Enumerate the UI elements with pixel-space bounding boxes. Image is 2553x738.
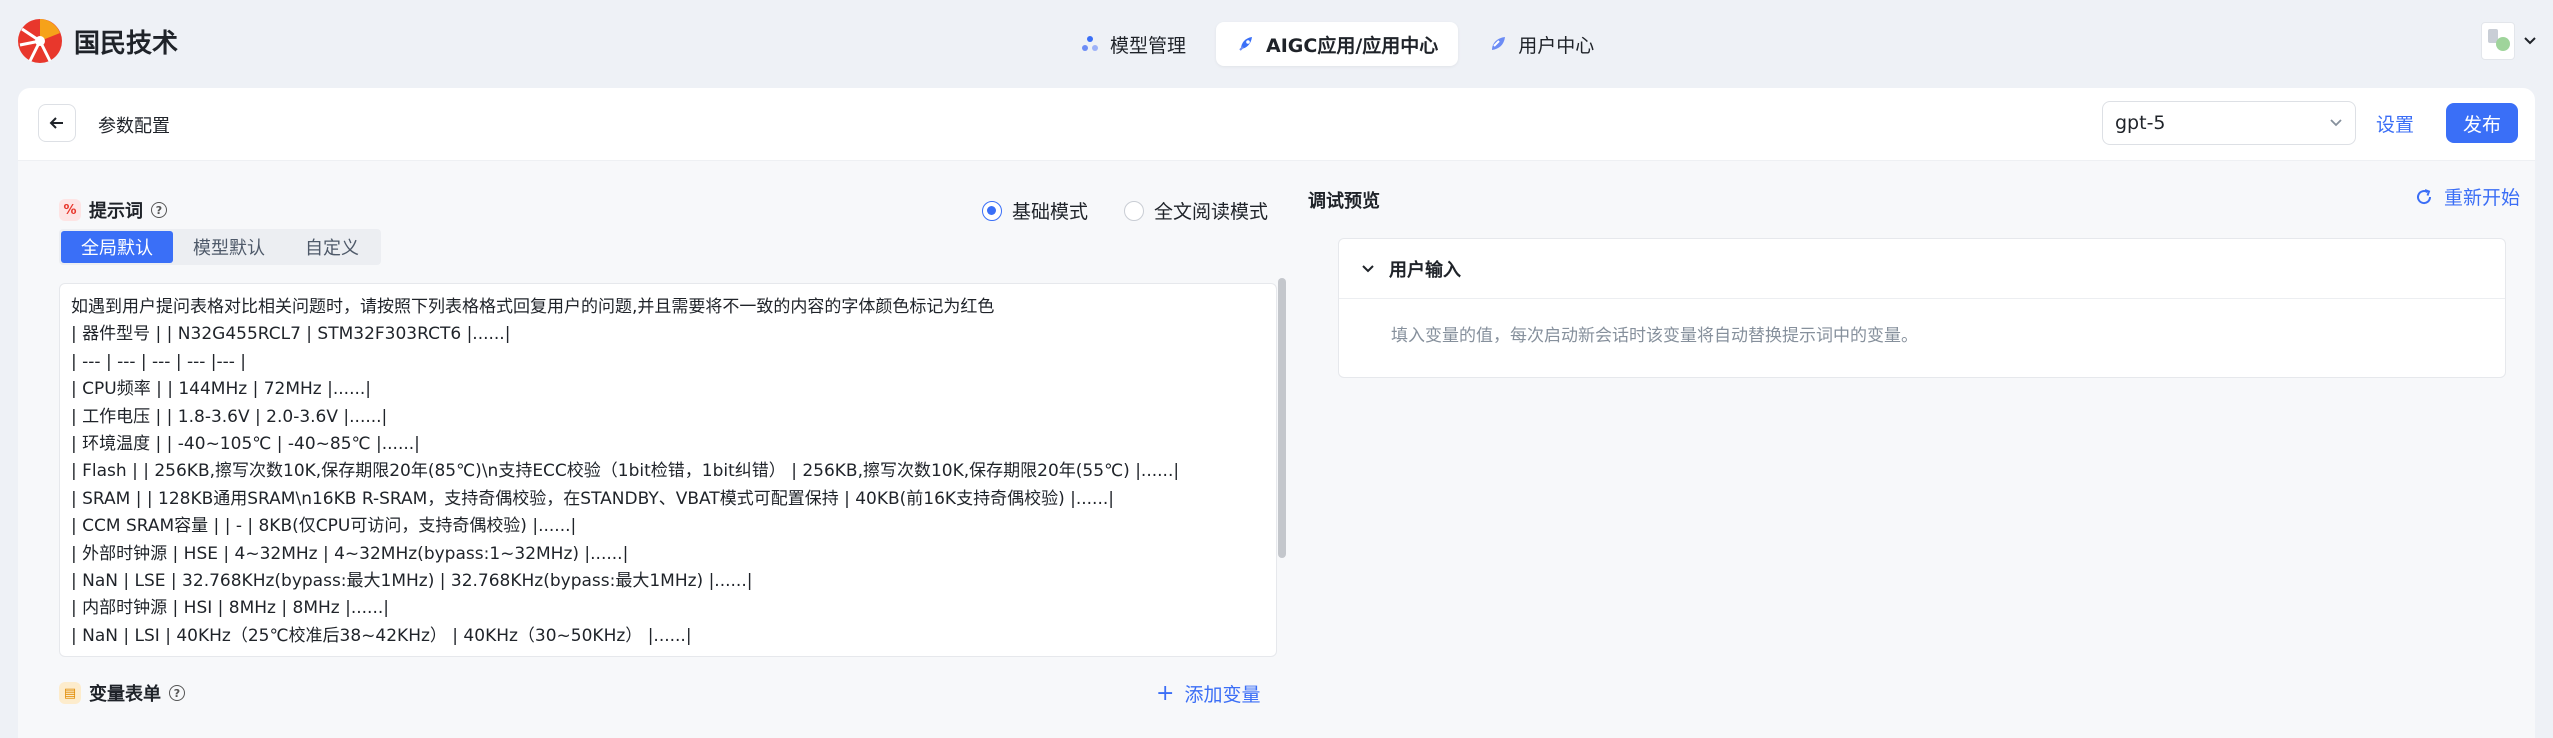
page-title: 参数配置 [98,116,170,137]
variables-section-header: ▤ 变量表单 ? [59,680,185,706]
tab-custom[interactable]: 自定义 [285,231,379,263]
user-input-hint: 填入变量的值，每次启动新会话时该变量将自动替换提示词中的变量。 [1391,326,1918,346]
prompt-line: | NaN | LSE | 32.768KHz(bypass:最大1MHz) |… [71,571,753,592]
nav-item-label: 模型管理 [1110,34,1187,57]
prompt-line: 如遇到用户提问表格对比相关问题时，请按照下列表格格式回复用户的问题,并且需要将不… [71,297,995,317]
publish-button[interactable]: 发布 [2446,103,2518,143]
prompt-line: | 器件型号 | | N32G455RCL7 | STM32F303RCT6 |… [71,324,511,345]
radio-label: 基础模式 [1012,201,1089,223]
prompt-line: | Flash | | 256KB,擦写次数10K,保存期限20年(85℃)\n… [71,461,1180,482]
brand-name: 国民技术 [74,28,179,59]
variables-title: 变量表单 [89,684,161,705]
nav-item-label: 用户中心 [1518,34,1595,57]
radio-checked-icon [982,200,1002,221]
chevron-down-icon [2524,37,2536,45]
form-icon: ▤ [59,682,81,704]
help-icon[interactable]: ? [151,202,167,218]
avatar[interactable] [2481,22,2515,60]
user-menu[interactable] [2481,22,2537,60]
prompt-line: | 工作电压 | | 1.8-3.6V | 2.0-3.6V |......| [71,406,388,427]
add-variable-label: 添加变量 [1184,684,1261,706]
rocket-icon [1239,37,1253,51]
nav-item-model-management[interactable]: 模型管理 [1060,22,1206,66]
restart-label: 重新开始 [2444,187,2521,209]
prompt-line: | 内部时钟源 | HSI | 8MHz | 8MHz |......| [71,598,389,619]
help-icon[interactable]: ? [169,685,185,701]
brand-logo[interactable]: 国民技术 [16,17,178,65]
preview-title: 调试预览 [1308,191,1380,212]
preview-panel: 调试预览 重新开始 用户输入 填入变量的值，每次启动新会话时该变量将自动替换提示… [1288,161,2535,738]
top-nav-bar: 国民技术 模型管理 AIGC应用/应用中心 用户中心 [0,0,2553,86]
model-select[interactable]: gpt-5 [2102,101,2356,145]
brand-logo-icon [18,19,62,63]
main-card: 参数配置 gpt-5 设置 发布 % 提示词 ? 基础模式 全文阅读模式 全局默… [18,88,2535,738]
prompt-mode-radio-group: 基础模式 全文阅读模式 [982,197,1268,224]
prompt-panel: % 提示词 ? 基础模式 全文阅读模式 全局默认 模型默认 自定义 如遇到用户提… [38,173,1286,738]
config-body: % 提示词 ? 基础模式 全文阅读模式 全局默认 模型默认 自定义 如遇到用户提… [18,160,2535,738]
prompt-icon: % [59,199,81,221]
radio-unchecked-icon [1124,200,1145,221]
prompt-title: 提示词 [89,201,143,222]
arrow-left-icon [49,117,63,129]
model-icon [1082,36,1098,51]
prompt-textarea[interactable]: 如遇到用户提问表格对比相关问题时，请按照下列表格格式回复用户的问题,并且需要将不… [59,283,1277,657]
back-button[interactable] [38,104,76,142]
prompt-line: | 外部时钟源 | HSE | 4~32MHz | 4~32MHz(bypass… [71,543,629,564]
prompt-section-header: % 提示词 ? [59,197,167,223]
prompt-line: | CPU频率 | | 144MHz | 72MHz |......| [71,379,372,400]
main-nav: 模型管理 AIGC应用/应用中心 用户中心 [1060,22,1614,66]
model-select-value: gpt-5 [2115,112,2166,134]
refresh-icon [2417,188,2432,204]
nav-item-user-center[interactable]: 用户中心 [1468,22,1614,66]
prompt-line: | --- | --- | --- | --- |--- | [71,351,247,372]
plus-icon: + [1156,681,1175,706]
tab-global-default[interactable]: 全局默认 [61,231,173,263]
nav-item-label: AIGC应用/应用中心 [1266,34,1439,57]
settings-button[interactable]: 设置 [2376,110,2414,137]
page-header: 参数配置 gpt-5 设置 发布 [18,88,2535,160]
restart-button[interactable]: 重新开始 [2414,183,2520,210]
user-input-title: 用户输入 [1389,259,1461,281]
add-variable-button[interactable]: + 添加变量 [1156,680,1260,707]
prompt-line: | NaN | LSI | 40KHz（25℃校准后38~42KHz） | 40… [71,625,692,646]
user-center-icon [1492,37,1506,50]
prompt-line: | 环境温度 | | -40~105℃ | -40~85℃ |......| [71,434,420,455]
radio-basic-mode[interactable]: 基础模式 [982,197,1088,224]
chevron-down-icon [1362,264,1374,272]
radio-fulltext-mode[interactable]: 全文阅读模式 [1124,197,1268,224]
user-input-collapse-toggle[interactable]: 用户输入 [1339,239,2505,299]
prompt-line: | CCM SRAM容量 | | - | 8KB(仅CPU可访问，支持奇偶校验)… [71,516,577,537]
chevron-down-icon [2330,119,2342,127]
prompt-scrollbar[interactable] [1278,278,1286,558]
tab-model-default[interactable]: 模型默认 [173,231,285,263]
user-input-panel: 用户输入 填入变量的值，每次启动新会话时该变量将自动替换提示词中的变量。 [1338,238,2506,378]
radio-label: 全文阅读模式 [1154,201,1269,223]
nav-item-aigc-apps[interactable]: AIGC应用/应用中心 [1216,22,1459,66]
prompt-tabs: 全局默认 模型默认 自定义 [59,229,381,265]
prompt-line: | SRAM | | 128KB通用SRAM\n16KB R-SRAM，支持奇偶… [71,488,1114,509]
